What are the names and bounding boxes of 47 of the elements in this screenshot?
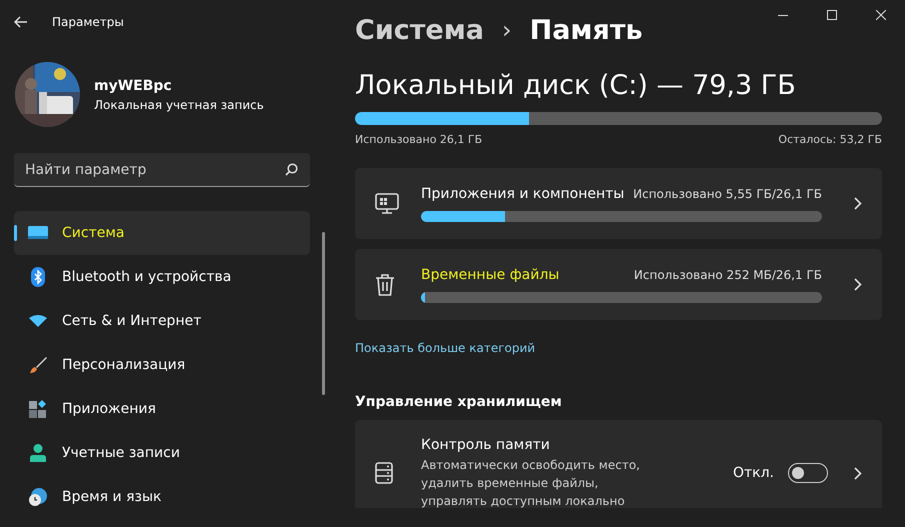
sidebar-item[interactable]: Сеть & и Интернет: [14, 299, 310, 343]
bluetooth-icon: [31, 267, 45, 287]
app-title: Параметры: [52, 15, 124, 29]
maximize-icon: [826, 10, 836, 20]
back-arrow-icon[interactable]: [14, 16, 28, 28]
section-heading: Управление хранилищем: [355, 394, 563, 410]
storage-drive-icon: [375, 462, 393, 484]
free-space-text: Осталось: 53,2 ГБ: [778, 133, 882, 146]
sidebar-item[interactable]: Время и язык: [14, 475, 310, 519]
category-label[interactable]: Приложения и компоненты: [421, 186, 624, 202]
apps-icon: [29, 400, 47, 418]
trash-icon: [375, 274, 395, 296]
account-type: Локальная учетная запись: [94, 98, 264, 112]
used-space-text: Использовано 26,1 ГБ: [355, 133, 482, 146]
toggle-state-label: Откл.: [732, 465, 774, 481]
search-field[interactable]: Найти параметр: [14, 153, 310, 187]
search-icon: [285, 163, 298, 176]
show-more-link[interactable]: Показать больше категорий: [355, 341, 536, 355]
usage-text: Использовано 5,55 ГБ/26,1 ГБ: [633, 186, 822, 200]
sidebar-item[interactable]: Система: [14, 211, 310, 255]
sidebar-item[interactable]: Приложения: [14, 387, 310, 431]
wifi-icon: [29, 315, 47, 327]
storage-sense-card[interactable]: Контроль памяти Автоматически освободить место, удалить временные файлы, управлять доступным локально Откл.: [355, 420, 882, 508]
globe-clock-icon: [29, 488, 47, 506]
account-name: myWEBpc: [94, 78, 173, 94]
chevron-right-icon[interactable]: [854, 466, 862, 480]
chevron-right-icon[interactable]: [854, 278, 862, 291]
sidebar-item[interactable]: Персонализация: [14, 343, 310, 387]
person-icon: [30, 444, 46, 462]
sidebar-item[interactable]: Учетные записи: [14, 431, 310, 475]
breadcrumb-separator: ›: [502, 16, 512, 44]
disk-title: Локальный диск (C:) — 79,3 ГБ: [355, 70, 797, 103]
monitor-apps-icon: [375, 192, 399, 214]
close-icon: [876, 10, 886, 20]
breadcrumb-parent[interactable]: Система: [355, 14, 484, 46]
monitor-icon: [28, 226, 48, 240]
page-title: Память: [530, 14, 643, 46]
setting-description: Автоматически освободить место, удалить временные файлы, управлять доступным локально: [421, 456, 641, 510]
usage-text: Использовано 252 МБ/26,1 ГБ: [634, 268, 822, 282]
category-label[interactable]: Временные файлы: [421, 266, 560, 282]
chevron-right-icon[interactable]: [854, 197, 862, 210]
brush-icon: [29, 356, 47, 374]
sidebar-item[interactable]: Bluetooth и устройства: [14, 255, 310, 299]
scrollbar[interactable]: [322, 232, 325, 395]
minimize-icon: [778, 14, 788, 16]
setting-title: Контроль памяти: [421, 436, 551, 452]
toggle-switch[interactable]: [788, 463, 828, 483]
